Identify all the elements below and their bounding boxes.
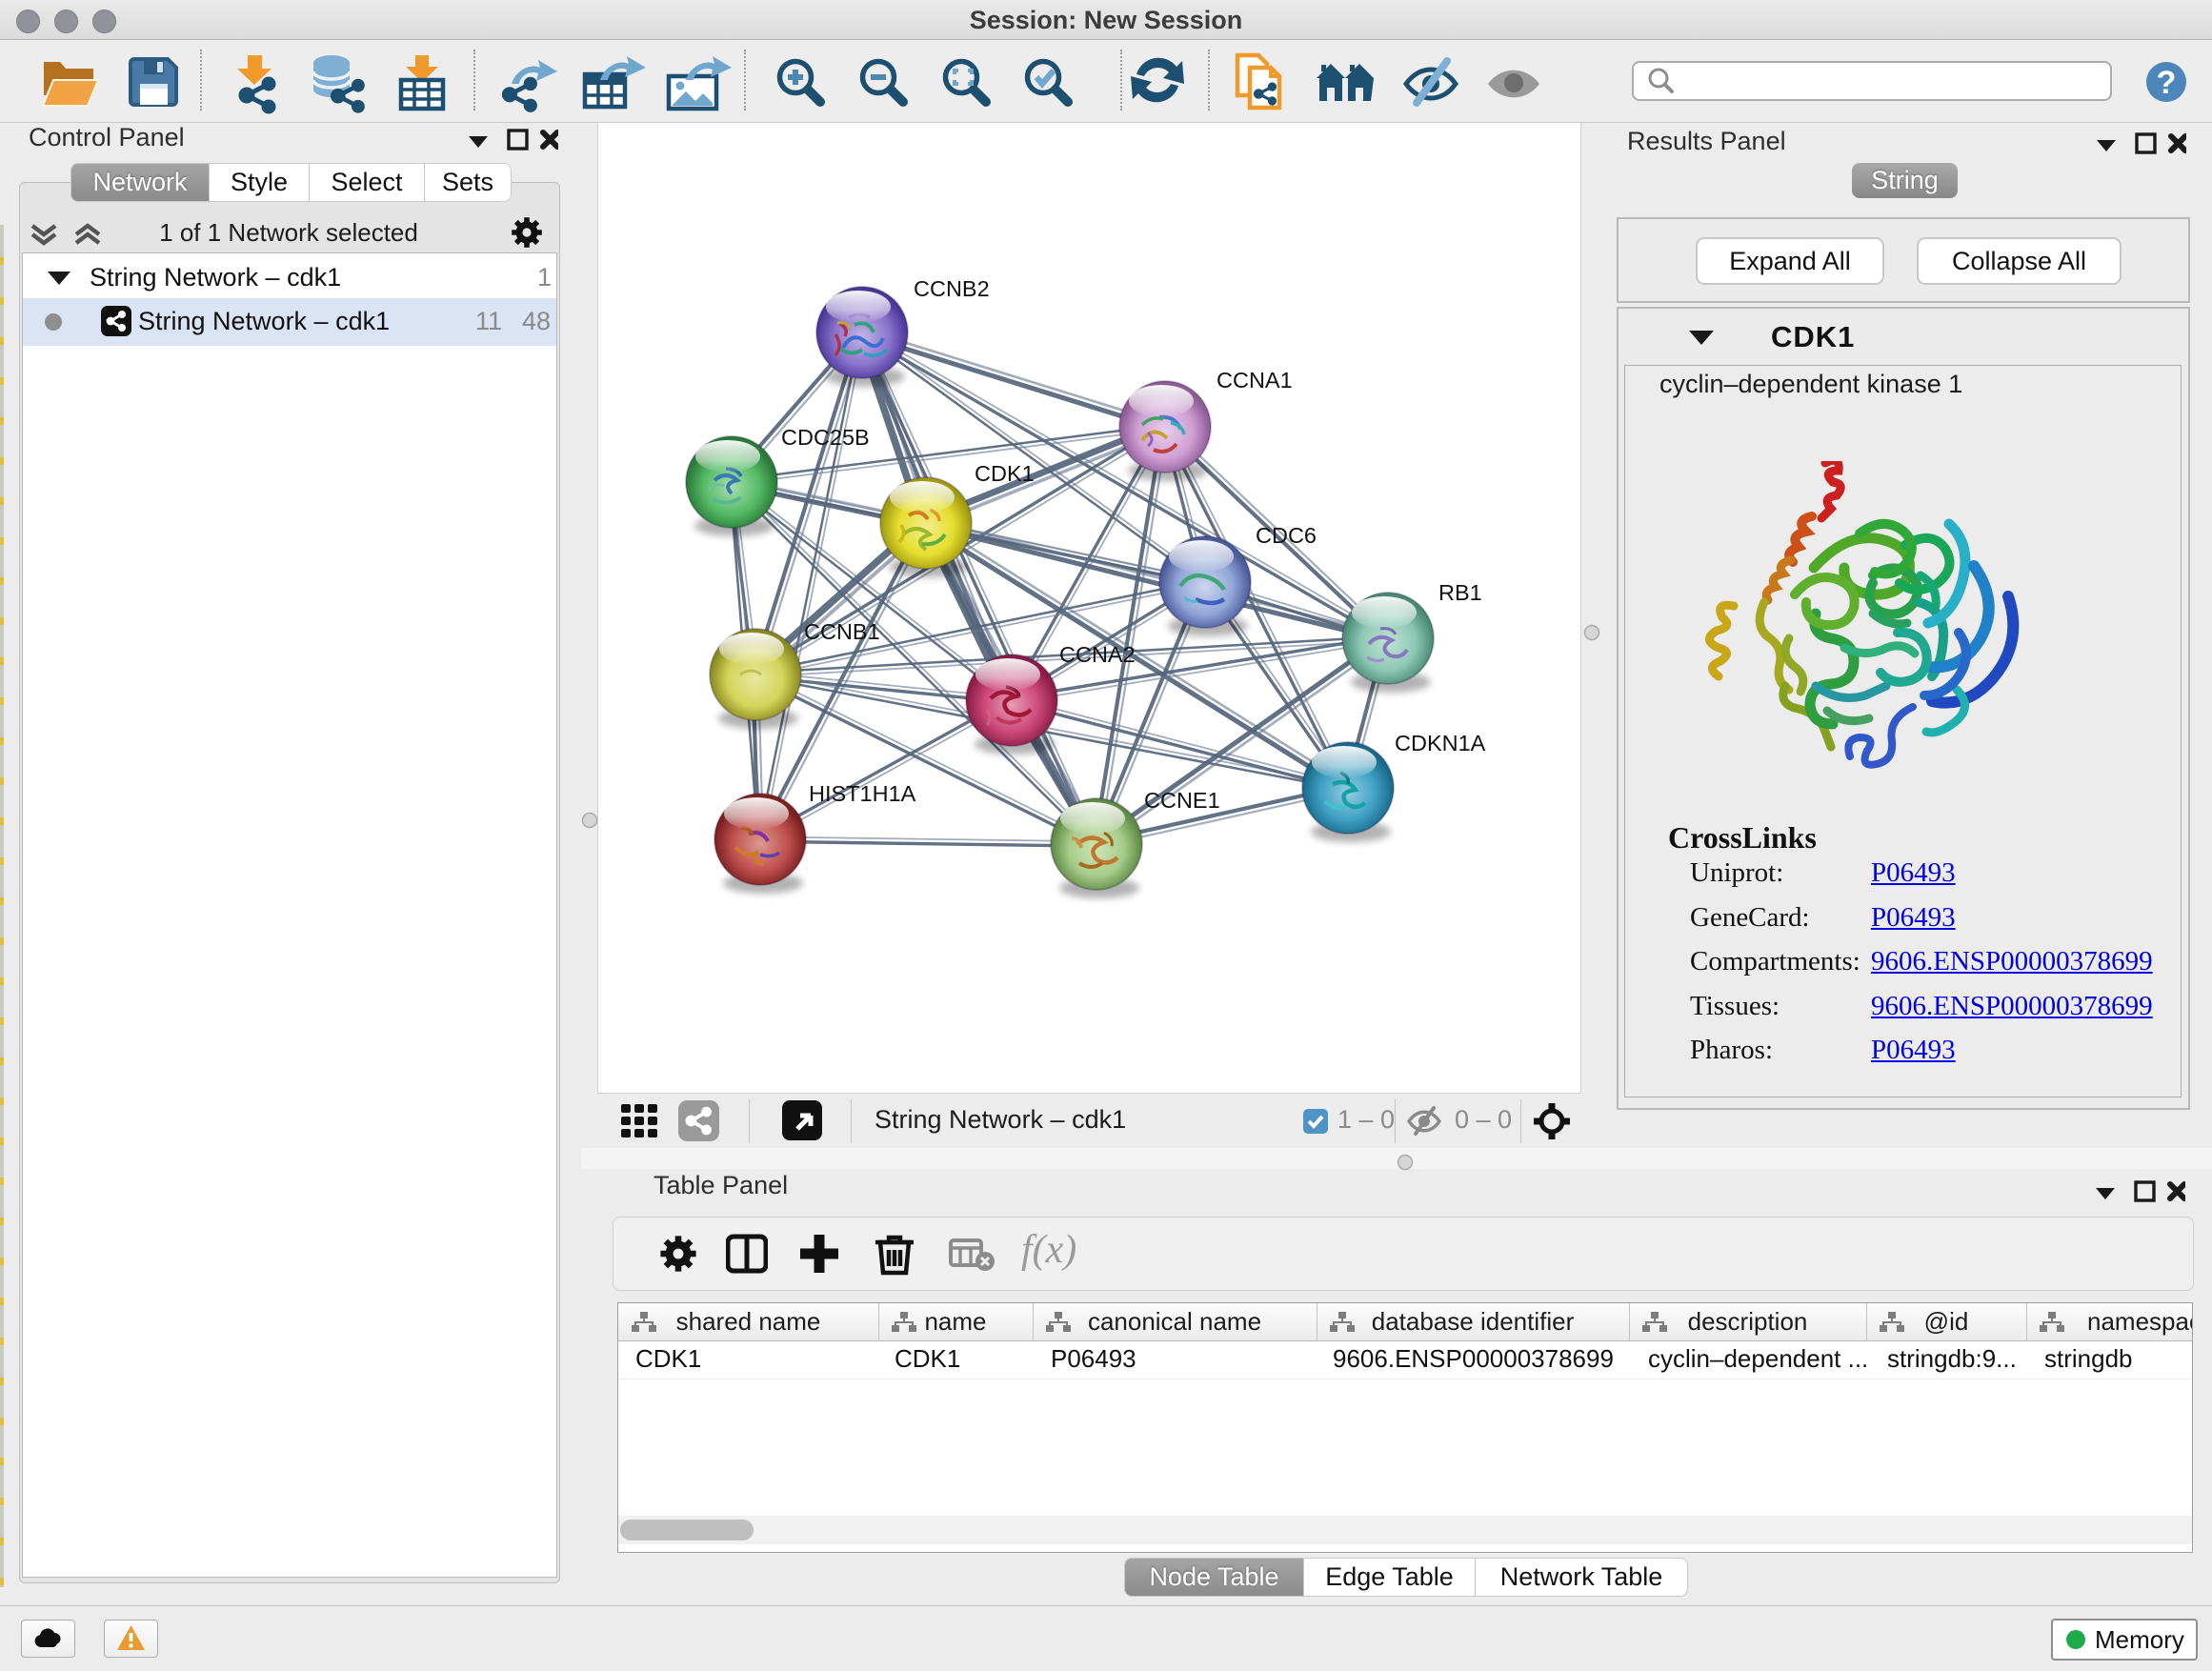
svg-text:RB1: RB1 xyxy=(1438,580,1482,605)
svg-text:?: ? xyxy=(2157,65,2177,101)
svg-text:CCNB2: CCNB2 xyxy=(914,276,990,301)
svg-text:CCNA2: CCNA2 xyxy=(1059,642,1136,667)
svg-text:CDKN1A: CDKN1A xyxy=(1395,731,1486,755)
svg-text:CDK1: CDK1 xyxy=(975,461,1035,486)
svg-text:CDC25B: CDC25B xyxy=(781,425,870,450)
svg-text:HIST1H1A: HIST1H1A xyxy=(809,781,916,806)
svg-text:CDC6: CDC6 xyxy=(1256,523,1317,548)
svg-text:CCNA1: CCNA1 xyxy=(1217,368,1293,393)
svg-text:CCNB1: CCNB1 xyxy=(804,619,880,644)
svg-text:CCNE1: CCNE1 xyxy=(1144,788,1220,813)
